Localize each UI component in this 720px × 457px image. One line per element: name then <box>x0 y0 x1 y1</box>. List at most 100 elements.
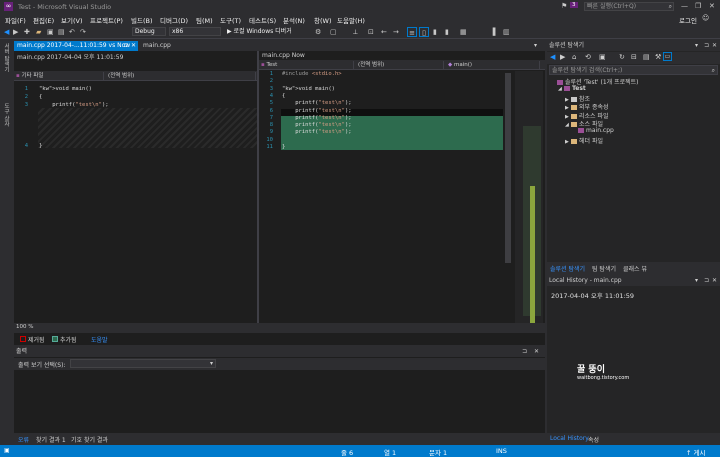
close-tab-icon[interactable]: ✕ <box>131 41 136 51</box>
filter-icon[interactable]: ⚑ <box>561 2 567 10</box>
undo-icon[interactable]: ↶ <box>69 27 75 37</box>
right-code-area[interactable]: 1 #include <stdio.h> 2 3 "kw">void main() 4 {5… <box>259 71 503 271</box>
output-pin-icon[interactable]: ⊐ <box>522 347 527 357</box>
solution-search-input[interactable]: 솔루션 탐색기 검색(Ctrl+;) ⌕ <box>549 65 718 75</box>
menu-debug[interactable]: 디버그(D) <box>160 15 188 25</box>
start-debug-button[interactable]: ▶ 로컬 Windows 디버거 <box>227 27 307 37</box>
server-explorer-tab[interactable]: 서버 탐색기 <box>2 43 10 72</box>
close-icon[interactable]: ✕ <box>712 41 717 51</box>
left-scope-select[interactable]: ▪ 기타 파일 <box>14 72 104 80</box>
tab-class-view[interactable]: 클래스 뷰 <box>623 264 647 273</box>
diff-overview-map[interactable] <box>515 71 543 331</box>
diff-inline-icon[interactable]: ≡ <box>407 27 417 37</box>
diff-side-icon[interactable]: ▯ <box>419 27 429 37</box>
diff-settings-icon[interactable]: ▦ <box>460 27 467 37</box>
notification-badge[interactable]: 3 <box>570 2 578 8</box>
left-code-area[interactable]: 1 "kw">void main() 2 {3 printf("test\n"); 4} <box>14 84 257 284</box>
quick-launch-input[interactable]: 빠른 실행(Ctrl+Q) ⌕ <box>584 2 674 11</box>
forward-icon[interactable]: ▶ <box>13 27 18 37</box>
tab-properties[interactable]: 속성 <box>588 435 599 444</box>
output-close-icon[interactable]: ✕ <box>534 347 539 357</box>
save-all-icon[interactable]: ▤ <box>58 27 65 37</box>
tree-item[interactable]: ◢ Test <box>558 85 586 92</box>
right-func-select[interactable]: ◆ main() <box>446 61 540 69</box>
right-member-select[interactable]: (전역 범위) <box>356 61 444 69</box>
find-icon[interactable]: ⊡ <box>368 27 374 37</box>
right-scope-select[interactable]: ▪ Test <box>259 61 354 69</box>
tab-team-explorer[interactable]: 팀 탐색기 <box>592 264 616 273</box>
minimize-button[interactable]: — <box>681 2 688 10</box>
scroll-thumb[interactable] <box>505 73 511 263</box>
close-icon[interactable]: ✕ <box>712 276 717 286</box>
left-member-select[interactable]: (전역 범위) <box>106 72 256 80</box>
tab-compare[interactable]: main.cpp 2017-04-...11:01:59 vs Now ⊐ ✕ <box>14 41 138 51</box>
menu-test[interactable]: 테스트(S) <box>249 15 276 25</box>
toolbox-tab[interactable]: 도구 상자 <box>2 103 10 127</box>
restore-button[interactable]: ❐ <box>695 2 701 10</box>
menu-tools[interactable]: 도구(T) <box>220 15 241 25</box>
pin-icon[interactable]: ⊐ <box>704 41 709 51</box>
menu-window[interactable]: 창(W) <box>314 15 331 25</box>
user-icon[interactable]: ☺ <box>702 14 709 22</box>
home-icon[interactable]: ⌂ <box>572 53 576 61</box>
tab-solution-explorer[interactable]: 솔루션 탐색기 <box>550 264 585 273</box>
attach-icon[interactable]: ⚙ <box>315 27 321 37</box>
tab-symbol-results[interactable]: 기호 찾기 결과 <box>71 435 108 444</box>
close-button[interactable]: ✕ <box>709 2 715 10</box>
properties-icon[interactable]: ⚒ <box>655 53 661 61</box>
tab-main-cpp[interactable]: main.cpp <box>140 41 180 51</box>
dropdown-icon[interactable]: ▾ <box>695 276 698 286</box>
tab-find-results[interactable]: 찾기 결과 1 <box>36 435 66 444</box>
history-entry[interactable]: 2017-04-04 오후 11:01:59 <box>547 289 720 300</box>
dropdown-icon[interactable]: ▾ <box>695 41 698 51</box>
back-icon[interactable]: ◀ <box>4 27 9 37</box>
menu-analyze[interactable]: 분석(N) <box>283 15 305 25</box>
tab-errors[interactable]: 오류 <box>18 435 29 444</box>
platform-select[interactable]: x86 <box>169 27 221 36</box>
open-icon[interactable]: ▰ <box>36 27 41 37</box>
menu-edit[interactable]: 편집(E) <box>33 15 54 25</box>
line-number: 1 <box>24 86 28 92</box>
sync-icon[interactable]: ⟲ <box>585 53 591 61</box>
nav-forward-icon[interactable]: → <box>393 27 399 37</box>
menu-help[interactable]: 도움말(H) <box>337 15 365 25</box>
tab-dropdown-icon[interactable]: ▾ <box>534 42 537 49</box>
bookmark-icon[interactable]: ▐ <box>490 27 495 37</box>
zoom-level[interactable]: 100 % <box>16 324 33 330</box>
diff-right-icon[interactable]: ▮ <box>445 27 449 37</box>
config-select[interactable]: Debug <box>132 27 166 36</box>
nav-back-icon[interactable]: ← <box>381 27 387 37</box>
diff-left-icon[interactable]: ▮ <box>433 27 437 37</box>
pin-icon[interactable]: ⊐ <box>123 41 128 51</box>
menu-project[interactable]: 프로젝트(P) <box>90 15 123 25</box>
local-history-header: Local History - main.cpp ▾ ⊐ ✕ <box>547 276 720 286</box>
tree-item-label: Test <box>572 85 586 93</box>
publish-button[interactable]: ↑ 게시 <box>686 447 705 457</box>
collapse-all-icon[interactable]: ⊟ <box>631 53 637 61</box>
menu-view[interactable]: 보기(V) <box>61 15 82 25</box>
toolbar-option-icon[interactable]: ▥ <box>503 27 510 37</box>
menu-build[interactable]: 빌드(B) <box>131 15 153 25</box>
save-icon[interactable]: ▣ <box>47 27 54 37</box>
signin-link[interactable]: 로그인 <box>679 15 697 25</box>
forward-icon[interactable]: ▶ <box>560 53 565 61</box>
show-all-files-icon[interactable]: ▤ <box>643 53 650 61</box>
redo-icon[interactable]: ↷ <box>80 27 86 37</box>
output-text-area[interactable] <box>14 370 545 433</box>
preview-icon[interactable]: ▭ <box>663 52 672 61</box>
tab-local-history[interactable]: Local History <box>550 435 589 442</box>
new-project-icon[interactable]: ✚ <box>24 27 30 37</box>
camera-icon[interactable]: ▢ <box>330 27 337 37</box>
pending-changes-icon[interactable]: ▣ <box>599 53 606 61</box>
help-link[interactable]: 도움말 <box>91 335 108 344</box>
step-icon[interactable]: ⟂ <box>353 27 358 37</box>
menu-file[interactable]: 파일(F) <box>5 15 26 25</box>
tree-item[interactable]: ▶ 헤더 파일 <box>565 136 603 145</box>
back-icon[interactable]: ◀ <box>550 53 555 61</box>
refresh-icon[interactable]: ↻ <box>619 53 625 61</box>
menu-team[interactable]: 팀(M) <box>196 15 213 25</box>
output-source-select[interactable]: ▾ <box>70 359 216 368</box>
tree-item[interactable]: main.cpp <box>572 127 614 134</box>
pin-icon[interactable]: ⊐ <box>704 276 709 286</box>
vertical-scrollbar[interactable] <box>503 71 513 323</box>
